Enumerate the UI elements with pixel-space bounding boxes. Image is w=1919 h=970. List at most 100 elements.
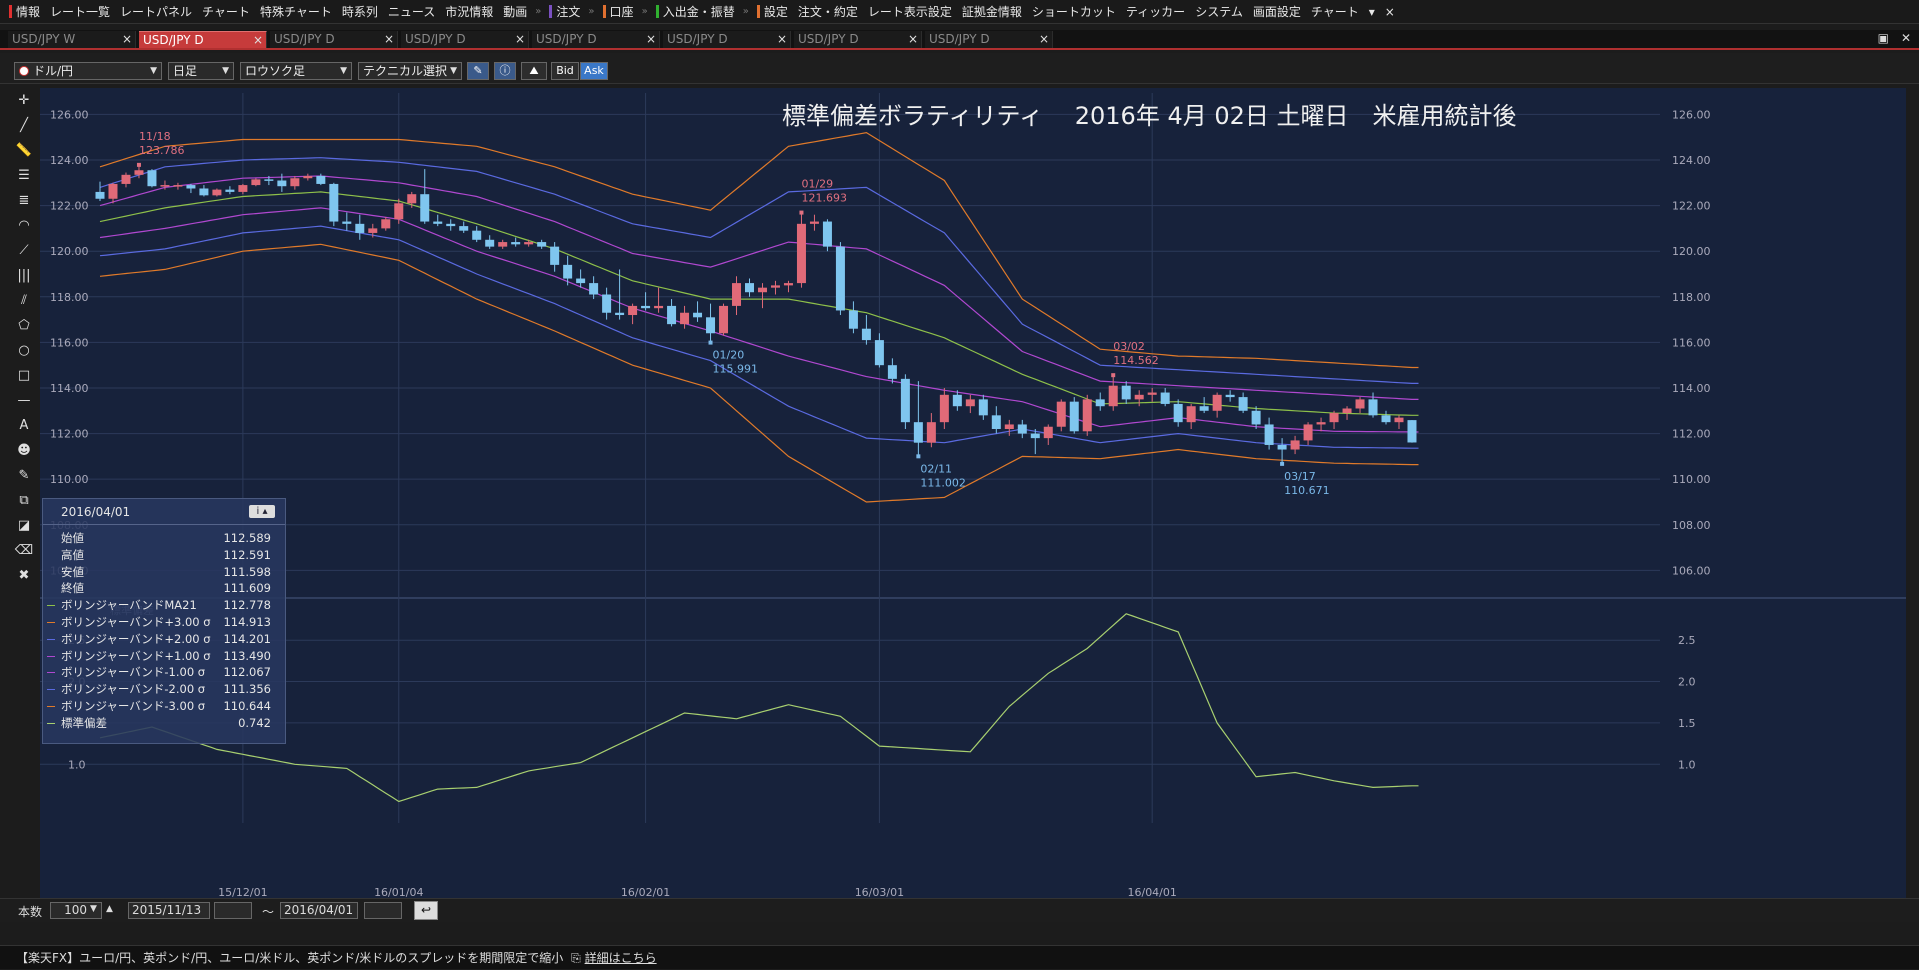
tab-usdjpy-3[interactable]: USD/JPY D × — [401, 31, 529, 48]
menu-item-16[interactable]: ショートカット — [1027, 1, 1121, 23]
menu-item-13[interactable]: 注文・約定 — [793, 1, 863, 23]
channel-tool-icon[interactable]: ⫽ — [12, 289, 36, 311]
details-link[interactable]: 詳細はこちら — [585, 951, 657, 965]
menu-item-5[interactable]: 時系列 — [337, 1, 383, 23]
menu-item-4[interactable]: 特殊チャート — [255, 1, 337, 23]
tab-close-icon[interactable]: × — [646, 31, 656, 48]
tab-usdjpy-1[interactable]: USD/JPY D × — [139, 31, 267, 48]
menu-item-14[interactable]: レート表示設定 — [863, 1, 957, 23]
tab-close-icon[interactable]: × — [908, 31, 918, 48]
data-row-label: 安値 — [61, 564, 84, 579]
tab-close-icon[interactable]: × — [253, 32, 263, 49]
line-tool-icon[interactable]: ╱ — [12, 114, 36, 136]
menu-item-17[interactable]: ティッカー — [1121, 1, 1190, 23]
end-date-field[interactable]: 2016/04/01 — [280, 902, 358, 919]
tab-close-icon[interactable]: × — [777, 31, 787, 48]
text-tool-icon[interactable]: A — [12, 414, 36, 436]
rect-tool-icon[interactable]: □ — [12, 364, 36, 386]
bid-button[interactable]: Bid — [551, 62, 579, 80]
data-row-value: 111.598 — [223, 564, 271, 579]
tab-usdjpy-7[interactable]: USD/JPY D × — [925, 31, 1053, 48]
count-up-icon[interactable]: ▲ — [106, 904, 113, 914]
copy-tool-icon[interactable]: ⧉ — [12, 489, 36, 511]
tab-usdjpy-4[interactable]: USD/JPY D × — [532, 31, 660, 48]
return-button[interactable]: ↩ — [414, 901, 438, 920]
band-line-up3 — [99, 131, 1419, 369]
hlines-tool-icon[interactable]: ☰ — [12, 164, 36, 186]
delete-tool-icon[interactable]: ✖ — [12, 564, 36, 586]
circle-tool-icon[interactable]: ○ — [12, 339, 36, 361]
chart-canvas[interactable]: 126.00 126.00 124.00 124.00 122.00 122.00 120.… — [40, 88, 1906, 898]
technical-select[interactable]: テクニカル選択 ▼ — [358, 62, 462, 80]
chevron-down-icon: ▼ — [222, 66, 229, 76]
tab-label: USD/JPY W — [12, 32, 76, 46]
period-select[interactable]: 日足 ▼ — [168, 62, 234, 80]
marker-tool-icon[interactable]: ✎ — [12, 464, 36, 486]
data-row: ボリンジャーバンド+1.00 σ 113.490 — [43, 648, 285, 665]
pentagon-tool-icon[interactable]: ⬠ — [12, 314, 36, 336]
area-chart-button[interactable]: ⛰ — [521, 62, 547, 80]
restore-icon[interactable]: ▣ — [1878, 31, 1889, 45]
close-window-icon[interactable]: ✕ — [1901, 31, 1911, 45]
menu-item-18[interactable]: システム — [1190, 1, 1248, 23]
cursor-tool-icon[interactable]: ✛ — [12, 89, 36, 111]
tab-usdjpy-5[interactable]: USD/JPY D × — [663, 31, 791, 48]
end-time-field[interactable] — [364, 902, 402, 919]
menu-item-19[interactable]: 画面設定 — [1248, 1, 1306, 23]
fan-tool-icon[interactable]: ⟋ — [12, 239, 36, 261]
tab-usdjpy-6[interactable]: USD/JPY D × — [794, 31, 922, 48]
candle-body — [926, 422, 936, 443]
data-row-value: 112.591 — [223, 547, 271, 562]
menu-item-20[interactable]: チャート — [1306, 1, 1364, 23]
menu-item-2[interactable]: レートパネル — [115, 1, 197, 23]
candle-body — [199, 188, 209, 196]
ruler-tool-icon[interactable]: 📏 — [12, 139, 36, 161]
eraser-tool-icon[interactable]: ⌫ — [12, 539, 36, 561]
pen-button[interactable]: ✎ — [467, 62, 489, 80]
tab-close-icon[interactable]: × — [515, 31, 525, 48]
start-time-field[interactable] — [214, 902, 252, 919]
tab-usdjpy-0[interactable]: USD/JPY W × — [8, 31, 136, 48]
candle-body — [783, 283, 793, 286]
menu-item-3[interactable]: チャート — [197, 1, 255, 23]
menu-item-1[interactable]: レート一覧 — [45, 1, 115, 23]
hide-tool-icon[interactable]: ◪ — [12, 514, 36, 536]
count-down-icon[interactable]: ▼ — [90, 904, 97, 914]
menu-item-10[interactable]: 口座 — [598, 1, 639, 23]
menu-item-9[interactable]: 注文 — [544, 1, 585, 23]
collapse-button[interactable]: i ▴ — [249, 505, 275, 518]
currency-pair-select[interactable]: ドル/円 ▼ — [14, 62, 162, 80]
candle-body — [1056, 401, 1066, 427]
data-row-label: ボリンジャーバンド-2.00 σ — [61, 682, 206, 697]
menu-item-11[interactable]: 入出金・振替 — [651, 1, 740, 23]
ask-button[interactable]: Ask — [580, 62, 608, 80]
vlines-tool-icon[interactable]: ||| — [12, 264, 36, 286]
candle-body — [1303, 424, 1313, 441]
tab-close-icon[interactable]: × — [1039, 31, 1049, 48]
hline-tool-icon[interactable]: — — [12, 389, 36, 411]
candle-body — [316, 175, 326, 184]
menu-item-8[interactable]: 動画 — [498, 1, 532, 23]
menu-item-0[interactable]: 情報 — [4, 1, 45, 23]
menu-item-7[interactable]: 市況情報 — [440, 1, 498, 23]
band-line-dn3 — [99, 243, 1419, 503]
icon-tool-icon[interactable]: ☻ — [12, 439, 36, 461]
date-tick-label: 16/02/01 — [621, 886, 670, 898]
chart-area[interactable]: 126.00 126.00 124.00 124.00 122.00 122.00 120.… — [40, 88, 1906, 898]
tab-close-icon[interactable]: × — [384, 31, 394, 48]
chart-style-select[interactable]: ロウソク足 ▼ — [240, 62, 352, 80]
menu-item-12[interactable]: 設定 — [752, 1, 793, 23]
start-date-field[interactable]: 2015/11/13 — [128, 902, 210, 919]
fib-tool-icon[interactable]: ≣ — [12, 189, 36, 211]
tab-usdjpy-2[interactable]: USD/JPY D × — [270, 31, 398, 48]
info-button[interactable]: ⓘ — [494, 62, 516, 80]
menu-more-icon[interactable]: ▾ — [1364, 1, 1380, 23]
tab-close-icon[interactable]: × — [122, 31, 132, 48]
arc-tool-icon[interactable]: ◠ — [12, 214, 36, 236]
candle-body — [433, 221, 443, 224]
sub-tick-right: 2.5 — [1678, 634, 1696, 647]
menu-item-15[interactable]: 証拠金情報 — [957, 1, 1027, 23]
tab-label: USD/JPY D — [536, 32, 597, 46]
menu-close-icon[interactable]: × — [1380, 1, 1400, 23]
menu-item-6[interactable]: ニュース — [383, 1, 440, 23]
